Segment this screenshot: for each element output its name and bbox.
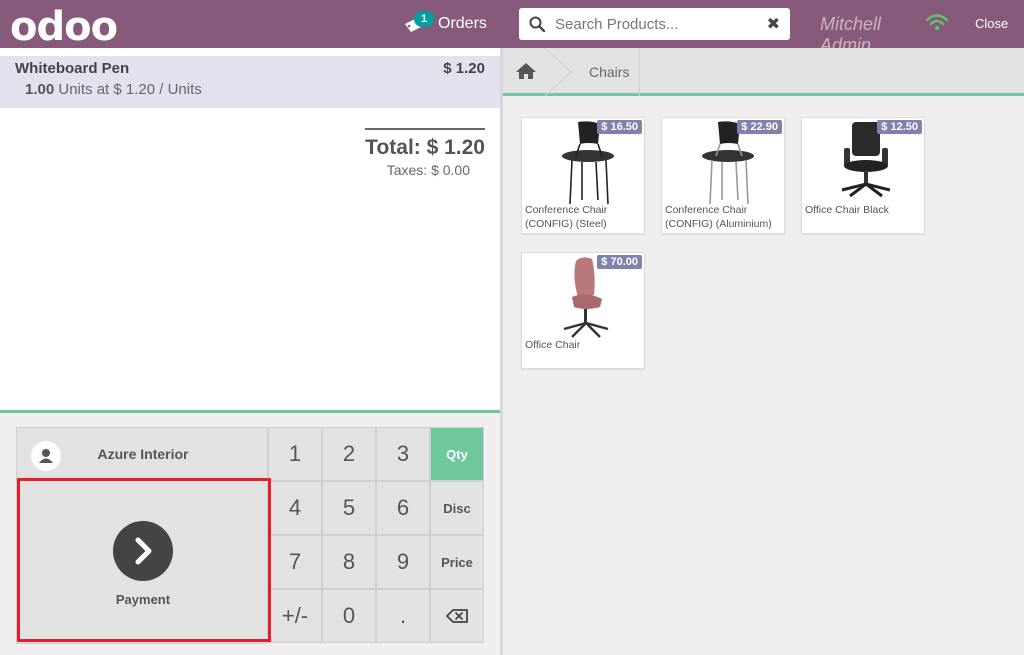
numpad-key-plus-minus[interactable]: +/- <box>268 589 322 643</box>
control-pad: Azure Interior Payment 1 2 3 Qty 4 5 6 D… <box>0 410 500 655</box>
product-pane: Chairs $ 16.50 Conference Chair (CONFIG)… <box>503 48 1024 655</box>
product-card-office-chair[interactable]: $ 70.00 Office Chair <box>521 252 645 369</box>
product-name: Office Chair Black <box>805 204 889 216</box>
product-name: Conference Chair (CONFIG) (Steel) <box>525 204 608 230</box>
orders-label: Orders <box>438 15 487 32</box>
product-card-conference-chair-steel[interactable]: $ 16.50 Conference Chair (CONFIG) (Steel… <box>521 117 645 234</box>
search-icon <box>529 16 545 32</box>
order-line-info: 1.00 Units at $ 1.20 / Units <box>25 81 202 98</box>
numpad-key-9[interactable]: 9 <box>376 535 430 589</box>
chevron-right-icon <box>113 521 173 581</box>
mode-qty-button[interactable]: Qty <box>430 427 484 481</box>
payment-label: Payment <box>115 592 171 607</box>
order-line-qty: 1.00 <box>25 81 55 98</box>
clear-search-icon[interactable]: ✖ <box>767 14 780 34</box>
home-icon[interactable] <box>515 62 537 80</box>
wifi-icon <box>926 14 948 31</box>
numpad-key-1[interactable]: 1 <box>268 427 322 481</box>
product-name: Office Chair <box>525 339 581 351</box>
mode-price-button[interactable]: Price <box>430 535 484 589</box>
numpad-key-4[interactable]: 4 <box>268 481 322 535</box>
order-line-selected[interactable]: Whiteboard Pen $ 1.20 1.00 Units at $ 1.… <box>0 56 500 108</box>
price-tag: $ 16.50 <box>597 120 642 134</box>
numpad-key-8[interactable]: 8 <box>322 535 376 589</box>
breadcrumb: Chairs <box>503 48 1024 96</box>
product-name: Conference Chair (CONFIG) (Aluminium) <box>665 204 772 230</box>
order-taxes: Taxes: $ 0.00 <box>386 162 470 178</box>
ticket-icon: 1 <box>404 11 434 37</box>
breadcrumb-chairs[interactable]: Chairs <box>589 64 629 80</box>
user-name[interactable]: Mitchell Admin <box>820 14 910 48</box>
numpad-key-2[interactable]: 2 <box>322 427 376 481</box>
backspace-button[interactable] <box>430 589 484 643</box>
numpad-key-dot[interactable]: . <box>376 589 430 643</box>
breadcrumb-end-divider <box>639 48 640 96</box>
odoo-logo: odoo <box>10 4 118 50</box>
backspace-icon <box>446 609 468 623</box>
breadcrumb-separator-icon <box>544 48 572 96</box>
price-tag: $ 12.50 <box>877 120 922 134</box>
close-button[interactable]: Close <box>975 16 1008 31</box>
numpad-key-6[interactable]: 6 <box>376 481 430 535</box>
orders-count-badge: 1 <box>414 11 434 27</box>
numpad-key-3[interactable]: 3 <box>376 427 430 481</box>
order-total: Total: $ 1.20 <box>365 136 485 159</box>
numpad-key-5[interactable]: 5 <box>322 481 376 535</box>
top-bar: odoo 1 Orders ✖ Mitchell Admin Close <box>0 0 1024 50</box>
price-tag: $ 22.90 <box>737 120 782 134</box>
customer-name: Azure Interior <box>97 446 189 462</box>
price-tag: $ 70.00 <box>597 255 642 269</box>
numpad-key-7[interactable]: 7 <box>268 535 322 589</box>
order-line-unit-info: Units at $ 1.20 / Units <box>58 81 202 98</box>
order-line-price: $ 1.20 <box>443 60 485 77</box>
mode-disc-button[interactable]: Disc <box>430 481 484 535</box>
payment-button[interactable]: Payment <box>16 480 268 644</box>
numpad-key-0[interactable]: 0 <box>322 589 376 643</box>
product-card-conference-chair-aluminium[interactable]: $ 22.90 Conference Chair (CONFIG) (Alumi… <box>661 117 785 234</box>
orders-button[interactable]: 1 Orders <box>404 10 487 38</box>
order-line-product: Whiteboard Pen <box>15 60 130 77</box>
search-input[interactable] <box>555 12 755 36</box>
search-box: ✖ <box>519 8 790 40</box>
customer-button[interactable]: Azure Interior <box>16 427 268 481</box>
product-card-office-chair-black[interactable]: $ 12.50 Office Chair Black <box>801 117 925 234</box>
order-summary: Total: $ 1.20 Taxes: $ 0.00 <box>365 128 485 178</box>
